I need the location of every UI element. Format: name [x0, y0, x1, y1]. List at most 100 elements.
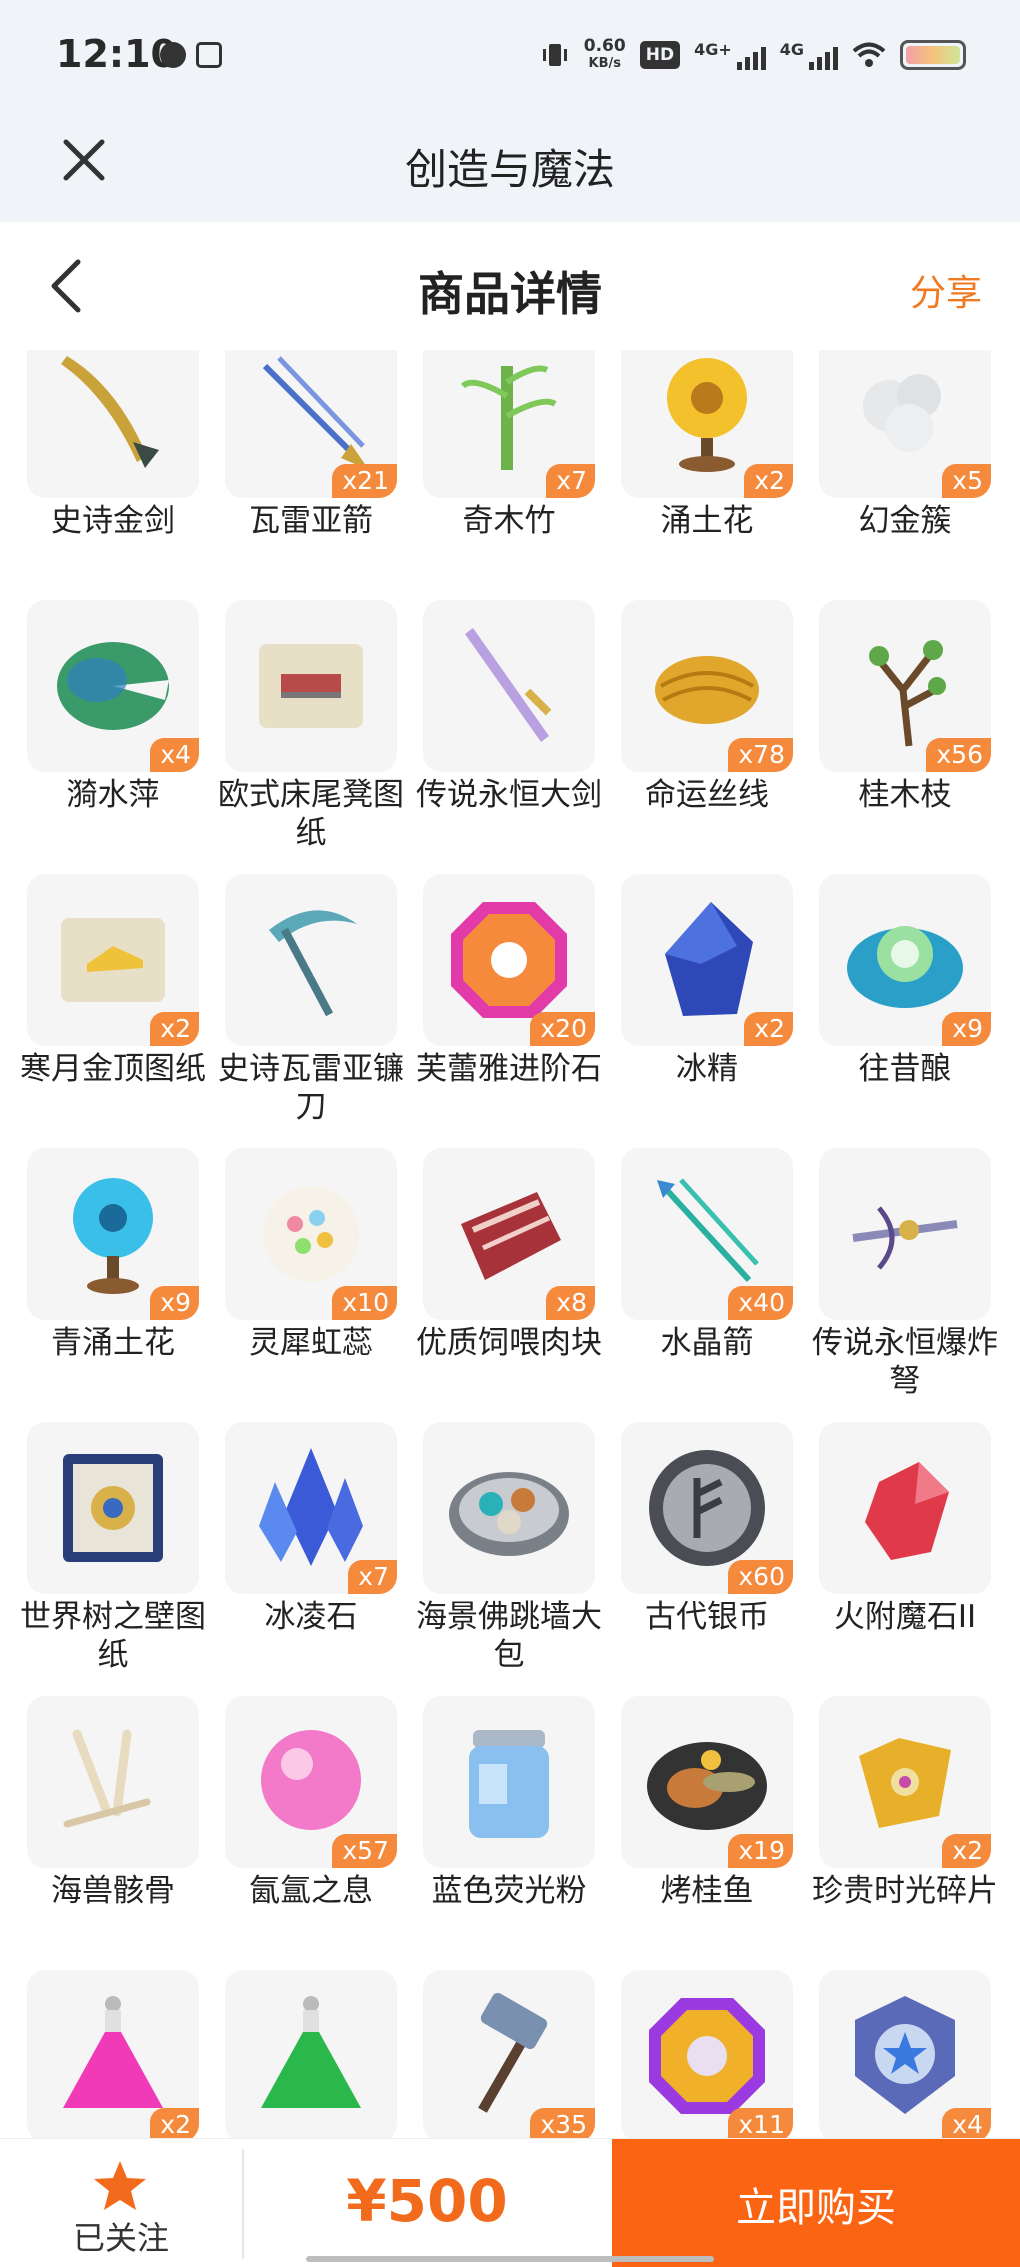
item-count-badge: x4 — [150, 738, 199, 772]
item-count-badge: x9 — [150, 1286, 199, 1320]
item-count-badge: x21 — [332, 464, 397, 498]
item-name: 芙蕾雅进阶石 — [416, 1051, 602, 1087]
item-count-badge: x78 — [728, 738, 793, 772]
blue-crystal-icon — [245, 1442, 377, 1574]
item-name: 漪水萍 — [66, 777, 160, 813]
item-card[interactable]: x21 瓦雷亚箭 — [225, 350, 397, 600]
item-card[interactable]: x2 冰精 — [621, 874, 793, 1148]
item-name: 古代银币 — [645, 1599, 769, 1635]
item-card[interactable]: x2染色剂-粉 — [27, 1970, 199, 2138]
item-card[interactable]: 蓝色荧光粉 — [423, 1696, 595, 1970]
item-card[interactable]: x57 氤氲之息 — [225, 1696, 397, 1970]
item-name: 往昔酿 — [858, 1051, 952, 1087]
item-tile: x2 — [819, 1696, 991, 1868]
item-name: 幻金簇 — [858, 503, 952, 539]
item-card[interactable]: x7 冰凌石 — [225, 1422, 397, 1696]
item-card[interactable]: x4 漪水萍 — [27, 600, 199, 874]
item-name: 冰凌石 — [264, 1599, 358, 1635]
item-card[interactable]: 海兽骸骨 — [27, 1696, 199, 1970]
item-card[interactable]: x7 奇木竹 — [423, 350, 595, 600]
item-card[interactable]: x20 芙蕾雅进阶石 — [416, 874, 602, 1148]
item-count-badge: x40 — [728, 1286, 793, 1320]
item-count-badge: x20 — [530, 1012, 595, 1046]
item-tile — [423, 1696, 595, 1868]
item-name: 史诗金剑 — [51, 503, 175, 539]
item-card[interactable]: x8 优质饲喂肉块 — [416, 1148, 602, 1422]
follow-button[interactable]: 已关注 — [0, 2139, 242, 2267]
yellow-flower-icon — [641, 350, 773, 478]
red-gem-icon — [839, 1442, 971, 1574]
branch-icon — [839, 620, 971, 752]
dish-icon — [443, 1442, 575, 1574]
page-header: 商品详情 分享 — [0, 222, 1020, 350]
item-tile: x60 — [621, 1422, 793, 1594]
item-card[interactable]: x5 幻金簇 — [819, 350, 991, 600]
item-card[interactable]: 世界树之壁图纸 — [20, 1422, 206, 1696]
item-name: 命运丝线 — [645, 777, 769, 813]
item-tile: x21 — [225, 350, 397, 498]
item-card[interactable]: 欧式床尾凳图纸 — [218, 600, 404, 874]
item-card[interactable]: x56 桂木枝 — [819, 600, 991, 874]
buy-now-button[interactable]: 立即购买 — [612, 2139, 1020, 2267]
item-tile — [225, 1970, 397, 2138]
item-name: 奇木竹 — [462, 503, 556, 539]
blueprint-bench-icon — [245, 620, 377, 752]
item-tile — [27, 1696, 199, 1868]
item-name: 寒月金顶图纸 — [20, 1051, 206, 1087]
item-card[interactable]: x4光之国勋章 — [819, 1970, 991, 2138]
item-count-badge: x4 — [942, 2108, 991, 2138]
item-card[interactable]: x9 往昔酿 — [819, 874, 991, 1148]
item-card[interactable]: x35大师铸造锤 — [423, 1970, 595, 2138]
item-count-badge: x11 — [728, 2108, 793, 2138]
white-blossom-icon — [245, 1168, 377, 1300]
item-tile: x56 — [819, 600, 991, 772]
vibrate-icon — [542, 44, 567, 66]
item-name: 青涌土花 — [51, 1325, 175, 1361]
item-grid-viewport[interactable]: 史诗金剑 x21 瓦雷亚箭 x7 奇木竹 x2 涌土花 x5 幻金簇 x4 漪水萍 欧式床尾凳图纸 传说… — [0, 350, 1020, 2138]
item-count-badge: x2 — [744, 1012, 793, 1046]
status-time: 12:10 — [56, 32, 177, 76]
item-card[interactable]: x2 涌土花 — [621, 350, 793, 600]
item-card[interactable]: x78 命运丝线 — [621, 600, 793, 874]
item-tile — [819, 1422, 991, 1594]
item-card[interactable]: x40 水晶箭 — [621, 1148, 793, 1422]
item-card[interactable]: 火附魔石II — [819, 1422, 991, 1696]
blue-jar-icon — [443, 1716, 575, 1848]
item-card[interactable]: 史诗瓦雷亚镰刀 — [218, 874, 404, 1148]
item-card[interactable]: 海景佛跳墙大包 — [416, 1422, 602, 1696]
globe-icon — [160, 42, 186, 68]
item-card[interactable]: x2 寒月金顶图纸 — [20, 874, 206, 1148]
item-card[interactable]: 传说永恒爆炸弩 — [812, 1148, 998, 1422]
item-tile — [27, 350, 199, 498]
price: ¥500 — [346, 2167, 508, 2235]
item-card[interactable]: x9 青涌土花 — [27, 1148, 199, 1422]
item-card[interactable]: x10 灵犀虹蕊 — [225, 1148, 397, 1422]
greatsword-icon — [443, 620, 575, 752]
home-indicator[interactable] — [306, 2256, 714, 2262]
item-count-badge: x19 — [728, 1834, 793, 1868]
item-count-badge: x35 — [530, 2108, 595, 2138]
item-tile: x20 — [423, 874, 595, 1046]
pink-gem-icon — [443, 894, 575, 1026]
item-tile: x57 — [225, 1696, 397, 1868]
item-tile: x5 — [819, 350, 991, 498]
lily-pad-icon — [47, 620, 179, 752]
item-tile: x2 — [621, 350, 793, 498]
signal-1-icon: 4G+ — [694, 40, 766, 70]
item-name: 蓝色荧光粉 — [431, 1873, 587, 1909]
item-card[interactable]: x19 烤桂鱼 — [621, 1696, 793, 1970]
item-card[interactable]: x60 古代银币 — [621, 1422, 793, 1696]
item-grid: 史诗金剑 x21 瓦雷亚箭 x7 奇木竹 x2 涌土花 x5 幻金簇 x4 漪水萍 欧式床尾凳图纸 传说… — [20, 350, 1007, 2138]
item-name: 灵犀虹蕊 — [249, 1325, 373, 1361]
item-count-badge: x57 — [332, 1834, 397, 1868]
item-name: 冰精 — [676, 1051, 738, 1087]
item-card[interactable]: 染色剂-绿 — [225, 1970, 397, 2138]
item-tile: x9 — [819, 874, 991, 1046]
item-card[interactable]: x2 珍贵时光碎片 — [812, 1696, 998, 1970]
item-card[interactable]: 传说永恒大剑 — [416, 600, 602, 874]
share-button[interactable]: 分享 — [910, 264, 982, 316]
follow-label: 已关注 — [72, 2219, 169, 2257]
item-card[interactable]: 史诗金剑 — [27, 350, 199, 600]
bamboo-icon — [443, 350, 575, 478]
item-card[interactable]: x11淘气仙灵进阶石 — [621, 1970, 793, 2138]
